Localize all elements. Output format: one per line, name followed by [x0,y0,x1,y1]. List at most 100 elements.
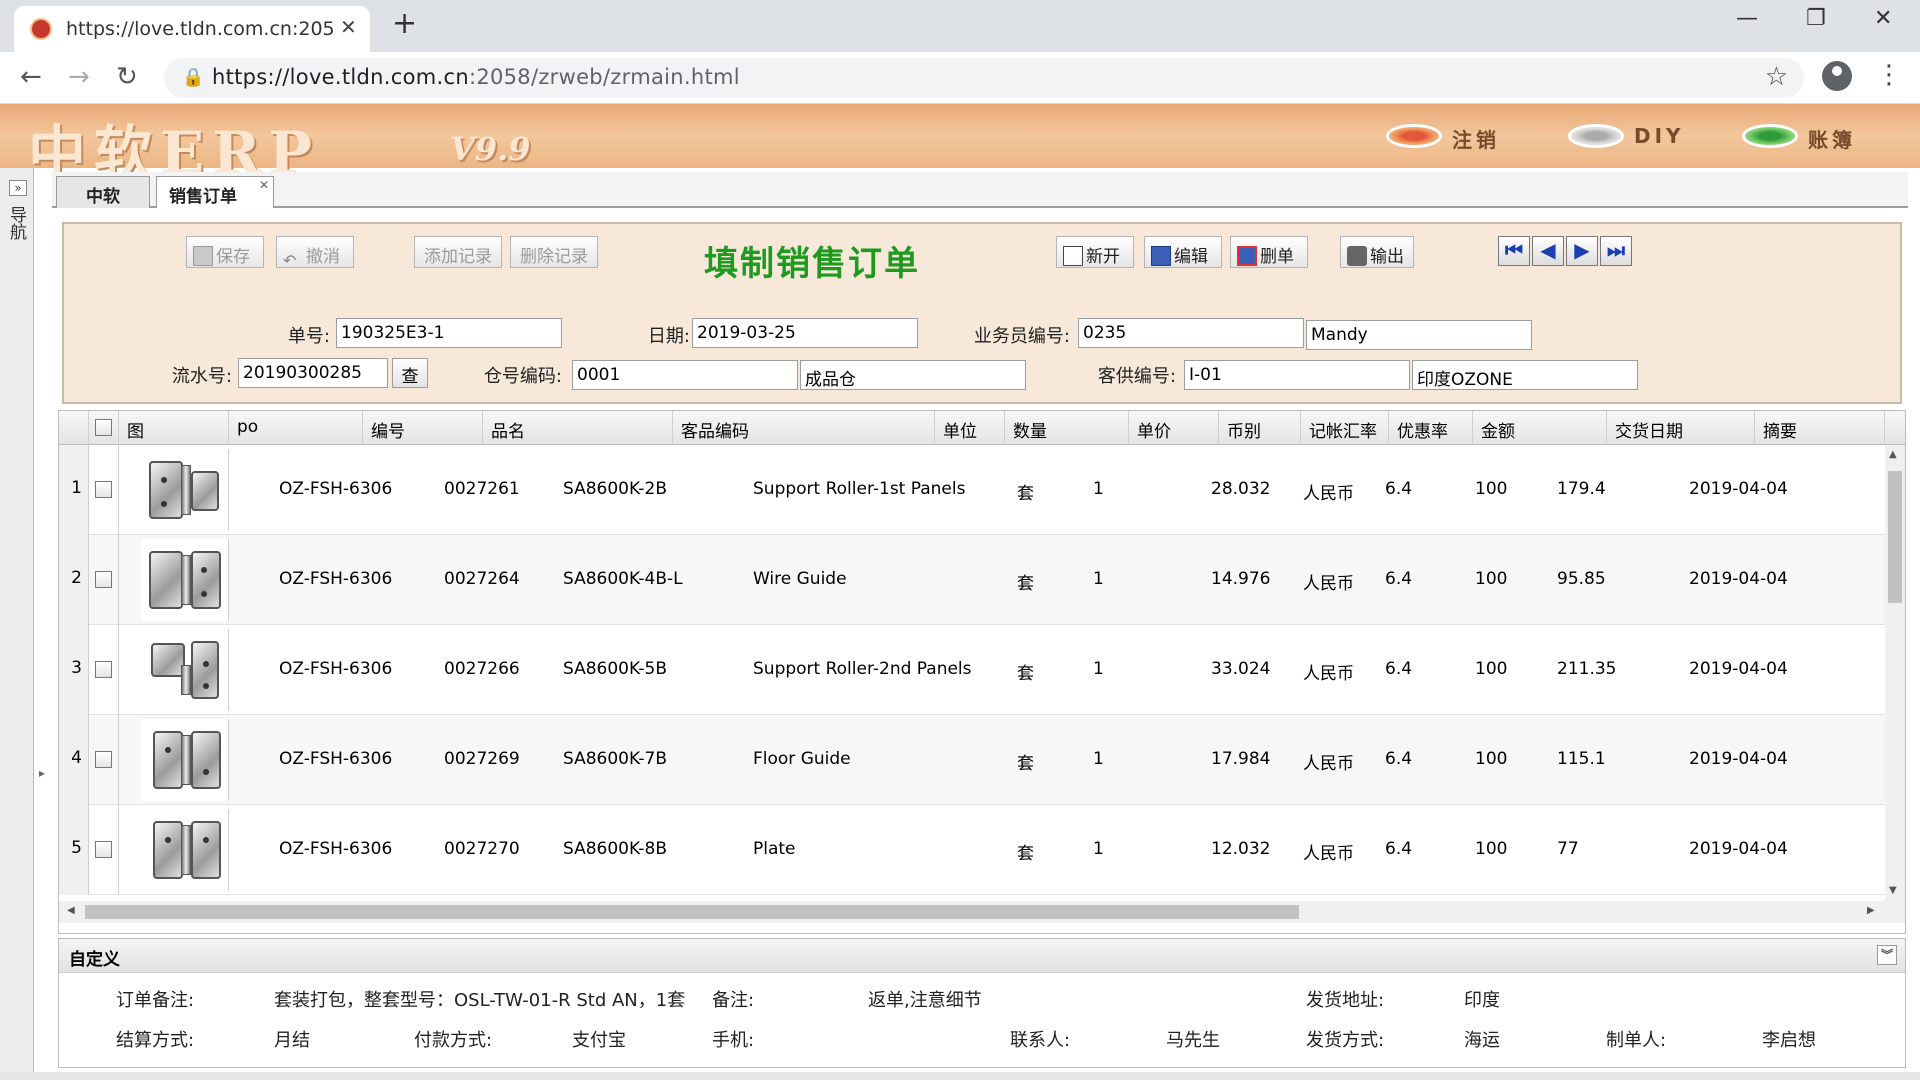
browser-tab[interactable]: https://love.tldn.com.cn:2058/z ✕ [14,6,370,52]
cell-discount: 100 [1475,479,1508,499]
profile-icon[interactable] [1822,61,1852,91]
date-field[interactable]: 2019-03-25 [692,318,918,348]
grid-vertical-scrollbar[interactable]: ▲ ▼ [1885,445,1905,901]
new-button[interactable]: 新开 [1056,236,1134,268]
col-header-name[interactable]: 品名 [483,411,673,445]
cell-discount: 100 [1475,839,1508,859]
col-header-summary[interactable]: 摘要 [1755,411,1885,445]
col-header-image[interactable]: 图 [119,411,229,445]
cell-amount: 95.85 [1557,569,1606,589]
col-header-delivery[interactable]: 交货日期 [1607,411,1755,445]
first-record-button[interactable]: ⏮ [1498,236,1530,266]
reload-icon[interactable]: ↻ [116,62,138,92]
url-text[interactable]: https://love.tldn.com.cn:2058/zrweb/zrma… [212,65,740,89]
save-button[interactable]: 保存 [186,236,264,268]
last-record-button[interactable]: ⏭ [1600,236,1632,266]
row-checkbox[interactable] [95,751,112,768]
delete-document-button[interactable]: 删单 [1230,236,1308,268]
product-thumbnail[interactable] [141,719,229,801]
grid-horizontal-scrollbar[interactable]: ◀ ▶ [59,901,1905,923]
export-button[interactable]: 输出 [1340,236,1414,268]
tab-sales-order[interactable]: 销售订单 ✕ [156,176,274,208]
horizontal-scroll-thumb[interactable] [85,905,1299,919]
delete-record-button[interactable]: 删除记录 [510,236,598,268]
undo-button[interactable]: ↶ 撤消 [276,236,354,270]
tab-close-icon[interactable]: ✕ [340,15,357,39]
warehouse-code-field[interactable]: 0001 [572,360,798,390]
add-record-button[interactable]: 添加记录 [414,236,502,268]
product-thumbnail[interactable] [141,539,229,621]
row-checkbox[interactable] [95,661,112,678]
expand-nav-icon[interactable]: » [9,180,27,196]
col-header-currency[interactable]: 币别 [1219,411,1301,445]
page-tabstrip: 中软 销售订单 ✕ [52,172,1908,208]
cell-cust-code: Floor Guide [753,749,851,769]
tab-home[interactable]: 中软 [56,176,150,208]
new-tab-icon[interactable]: + [392,6,417,41]
minimize-icon[interactable]: — [1736,6,1758,31]
table-row[interactable]: 3 OZ-FSH-6306 0027266 SA8600K-5B Support… [59,625,1885,715]
col-header-code[interactable]: 编号 [363,411,483,445]
splitter-handle-icon[interactable]: ▸ [39,766,45,780]
row-checkbox[interactable] [95,571,112,588]
product-thumbnail[interactable] [141,449,229,531]
table-row[interactable]: 4 OZ-FSH-6306 0027269 SA8600K-7B Floor G… [59,715,1885,805]
cell-currency: 人民币 [1303,664,1354,684]
hinge-image [147,635,223,705]
row-checkbox[interactable] [95,481,112,498]
serial-label: 流水号: [171,366,232,387]
next-record-button[interactable]: ▶ [1566,236,1598,266]
new-document-icon [1063,246,1083,266]
customer-code-field[interactable]: I-01 [1184,360,1410,390]
salesman-id-field[interactable]: 0235 [1078,318,1304,348]
col-header-price[interactable]: 单价 [1129,411,1219,445]
select-all-checkbox[interactable] [95,419,112,436]
cell-name: SA8600K-4B-L [563,569,683,589]
row-checkbox[interactable] [95,841,112,858]
salesman-name-field[interactable]: Mandy [1306,320,1532,350]
customer-label: 客供编号: [1097,366,1176,387]
col-header-discount[interactable]: 优惠率 [1389,411,1473,445]
col-header-qty[interactable]: 数量 [1005,411,1129,445]
product-thumbnail[interactable] [141,629,229,711]
edit-button[interactable]: 编辑 [1144,236,1222,268]
cell-unit: 套 [1017,664,1034,684]
vertical-scroll-thumb[interactable] [1888,471,1902,603]
forward-icon[interactable]: → [68,62,90,92]
cell-price: 12.032 [1211,839,1271,859]
scroll-left-icon[interactable]: ◀ [67,905,75,916]
back-icon[interactable]: ← [20,62,42,92]
cell-price: 33.024 [1211,659,1271,679]
warehouse-name-field[interactable]: 成品仓 [800,360,1026,390]
col-header-unit[interactable]: 单位 [935,411,1005,445]
cell-amount: 115.1 [1557,749,1606,769]
table-row[interactable]: 5 OZ-FSH-6306 0027270 SA8600K-8B Plate 套… [59,805,1885,895]
bookmark-star-icon[interactable]: ☆ [1765,62,1788,92]
restore-icon[interactable]: ❐ [1806,6,1826,31]
table-row[interactable]: 1 OZ-FSH-6306 0027261 SA8600K-2B Support… [59,445,1885,535]
custom-panel-header[interactable]: 自定义 ︾ [59,939,1905,973]
customer-name-field[interactable]: 印度OZONE [1412,360,1638,390]
table-row[interactable]: 2 OZ-FSH-6306 0027264 SA8600K-4B-L Wire … [59,535,1885,625]
browser-menu-icon[interactable]: ⋮ [1876,60,1902,90]
prev-record-button[interactable]: ◀ [1532,236,1564,266]
serial-field[interactable]: 20190300285 [238,358,388,388]
col-header-amount[interactable]: 金额 [1473,411,1607,445]
tab-close-icon[interactable]: ✕ [259,178,269,192]
product-thumbnail[interactable] [141,809,229,891]
nav-label[interactable]: 导航 [6,206,26,240]
collapse-icon[interactable]: ︾ [1877,945,1897,965]
address-bar[interactable]: 🔒 https://love.tldn.com.cn:2058/zrweb/zr… [164,58,1804,98]
lookup-button[interactable]: 查 [392,358,428,388]
scroll-right-icon[interactable]: ▶ [1867,905,1875,916]
cell-delivery: 2019-04-04 [1689,839,1788,859]
scroll-down-icon[interactable]: ▼ [1889,885,1897,896]
row-number: 3 [59,625,89,715]
cell-code: 0027266 [444,659,520,679]
scroll-up-icon[interactable]: ▲ [1889,449,1897,460]
col-header-rate[interactable]: 记帐汇率 [1301,411,1389,445]
col-header-po[interactable]: po [229,411,363,445]
window-close-icon[interactable]: ✕ [1874,6,1892,31]
col-header-cust-code[interactable]: 客品编码 [673,411,935,445]
order-no-field[interactable]: 190325E3-1 [336,318,562,348]
